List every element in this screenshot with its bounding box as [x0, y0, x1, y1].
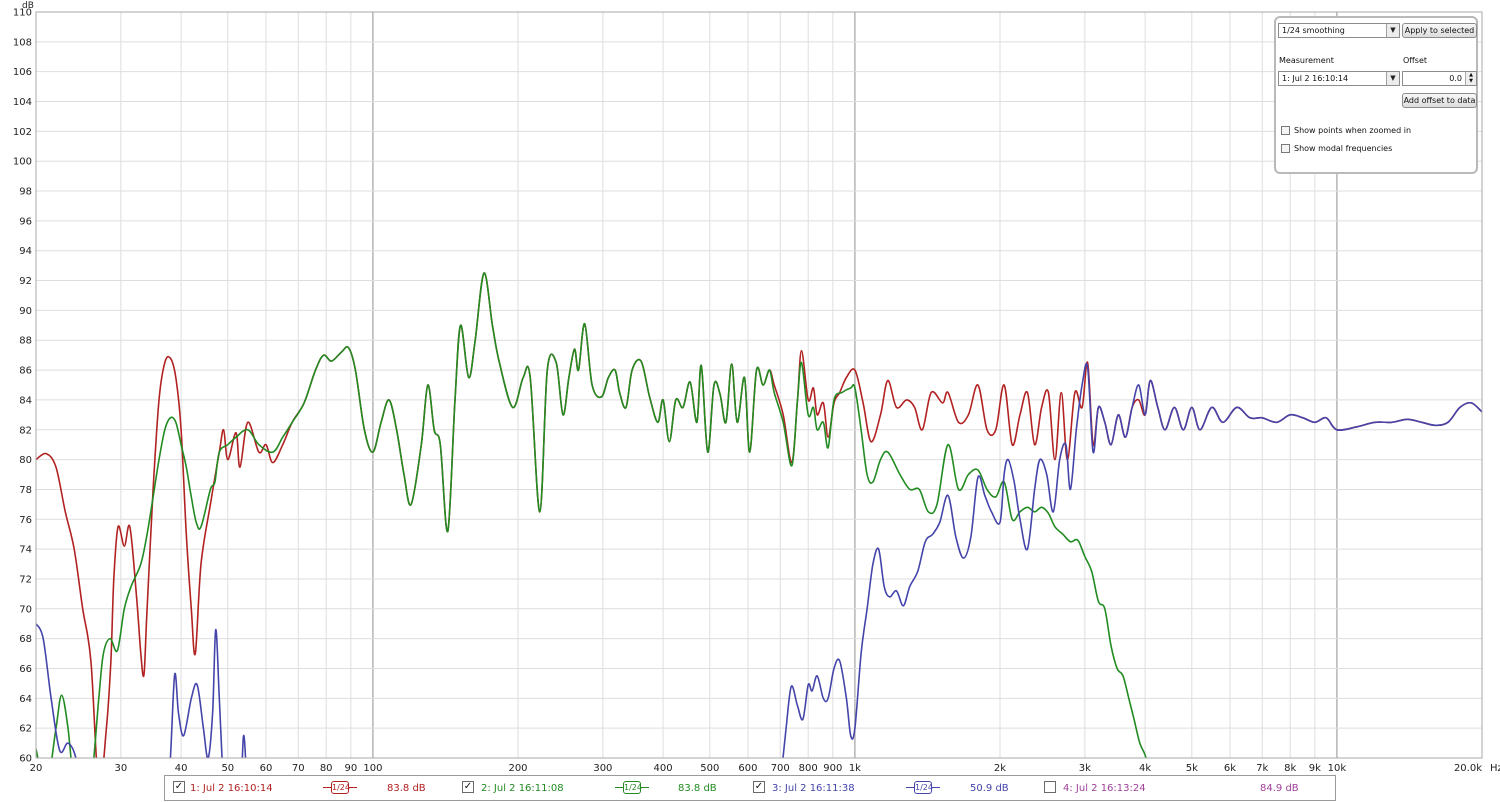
- x-tick-label: 20: [30, 763, 43, 774]
- smoothing-badge-2[interactable]: 1/24: [615, 780, 649, 796]
- series-layer: [36, 272, 1482, 775]
- measurement-select[interactable]: 1: Jul 2 16:10:14 ▼: [1278, 71, 1400, 86]
- chevron-down-icon[interactable]: ▼: [1386, 72, 1399, 85]
- legend-checkbox-2[interactable]: ✓: [462, 781, 474, 793]
- series-line-1[interactable]: [36, 272, 1482, 775]
- x-tick-label: 1k: [849, 763, 861, 774]
- legend-checkbox-3[interactable]: ✓: [753, 781, 765, 793]
- show-points-checkbox[interactable]: [1281, 126, 1290, 135]
- y-tick-label: 104: [13, 97, 32, 108]
- x-tick-label: 30: [115, 763, 128, 774]
- y-tick-label: 92: [19, 276, 32, 287]
- y-tick-label: 94: [19, 246, 32, 257]
- y-tick-label: 70: [19, 604, 32, 615]
- measurement-label: Measurement: [1279, 56, 1334, 65]
- add-offset-button[interactable]: Add offset to data: [1402, 93, 1477, 108]
- y-tick-label: 88: [19, 336, 32, 347]
- y-tick-label: 74: [19, 545, 32, 556]
- legend-name-1: 1: Jul 2 16:10:14: [190, 783, 273, 794]
- show-modal-label: Show modal frequencies: [1294, 144, 1393, 153]
- show-modal-checkbox[interactable]: [1281, 144, 1290, 153]
- offset-label: Offset: [1403, 56, 1428, 65]
- x-tick-label: 4k: [1139, 763, 1151, 774]
- y-tick-label: 84: [19, 395, 32, 406]
- x-tick-label: 6k: [1224, 763, 1236, 774]
- x-tick-label: 300: [593, 763, 612, 774]
- x-tick-label: 5k: [1186, 763, 1198, 774]
- x-tick-label: 20.0k: [1454, 763, 1482, 774]
- plot-frame: [35, 11, 1483, 759]
- show-points-label: Show points when zoomed in: [1294, 126, 1412, 135]
- legend-name-2: 2: Jul 2 16:11:08: [481, 783, 564, 794]
- x-tick-label: 80: [320, 763, 333, 774]
- smoothing-badge-3[interactable]: 1/24: [906, 780, 940, 796]
- y-tick-label: 64: [19, 694, 32, 705]
- x-axis-ticks: 20 30 40 50 60 70 80 90 100 200 300 400 500 600 700 800…: [30, 763, 1483, 774]
- y-tick-label: 96: [19, 216, 32, 227]
- y-tick-label: 102: [13, 127, 32, 138]
- y-tick-label: 98: [19, 187, 32, 198]
- legend-value-2: 83.8 dB: [678, 783, 717, 794]
- legend-checkbox-4[interactable]: [1044, 781, 1056, 793]
- x-tick-label: 400: [654, 763, 673, 774]
- spinner-icon[interactable]: ▲ ▼: [1465, 72, 1476, 85]
- y-tick-label: 80: [19, 455, 32, 466]
- graph-controls-panel: 1/24 smoothing ▼ Apply to selected Measu…: [1274, 16, 1478, 174]
- y-axis-unit: dB: [22, 1, 34, 11]
- measurement-legend: ✓ 1: Jul 2 16:10:14 1/24 83.8 dB ✓ 2: Ju…: [164, 775, 1336, 801]
- x-tick-label: 60: [260, 763, 273, 774]
- series-line-3[interactable]: [36, 362, 1482, 775]
- y-tick-label: 76: [19, 515, 32, 526]
- x-tick-label: 700: [771, 763, 790, 774]
- y-tick-label: 62: [19, 724, 32, 735]
- x-tick-label: 800: [799, 763, 818, 774]
- x-tick-label: 8k: [1284, 763, 1296, 774]
- y-tick-label: 78: [19, 485, 32, 496]
- series-line-2[interactable]: [36, 272, 1150, 775]
- x-tick-label: 10k: [1328, 763, 1347, 774]
- x-tick-label: 7k: [1256, 763, 1268, 774]
- legend-name-3: 3: Jul 2 16:11:38: [772, 783, 855, 794]
- measurement-value: 1: Jul 2 16:10:14: [1282, 74, 1349, 83]
- y-tick-label: 72: [19, 574, 32, 585]
- smoothing-badge-1[interactable]: 1/24: [323, 780, 357, 796]
- y-tick-label: 82: [19, 425, 32, 436]
- legend-value-1: 83.8 dB: [387, 783, 426, 794]
- chevron-down-icon[interactable]: ▼: [1386, 24, 1399, 37]
- x-tick-label: 2k: [994, 763, 1006, 774]
- x-tick-label: 600: [738, 763, 757, 774]
- x-tick-label: 3k: [1079, 763, 1091, 774]
- x-axis-unit: Hz: [1490, 763, 1500, 774]
- x-tick-label: 900: [823, 763, 842, 774]
- y-tick-label: 108: [13, 37, 32, 48]
- x-tick-label: 9k: [1309, 763, 1321, 774]
- x-tick-label: 500: [700, 763, 719, 774]
- y-tick-label: 100: [13, 157, 32, 168]
- x-tick-label: 50: [221, 763, 234, 774]
- smoothing-value: 1/24 smoothing: [1282, 26, 1345, 35]
- x-tick-label: 70: [292, 763, 305, 774]
- y-tick-label: 106: [13, 67, 32, 78]
- y-tick-label: 86: [19, 366, 32, 377]
- offset-value: 0.0: [1449, 74, 1462, 83]
- legend-name-4: 4: Jul 2 16:13:24: [1063, 783, 1146, 794]
- legend-checkbox-1[interactable]: ✓: [173, 781, 185, 793]
- apply-to-selected-button[interactable]: Apply to selected: [1402, 23, 1477, 38]
- y-tick-label: 66: [19, 664, 32, 675]
- x-tick-label: 40: [175, 763, 188, 774]
- y-tick-label: 90: [19, 306, 32, 317]
- grid: [35, 11, 1483, 759]
- y-tick-label: 68: [19, 634, 32, 645]
- offset-input[interactable]: 0.0 ▲ ▼: [1402, 71, 1477, 86]
- smoothing-select[interactable]: 1/24 smoothing ▼: [1278, 23, 1400, 38]
- legend-value-3: 50.9 dB: [970, 783, 1009, 794]
- x-tick-label: 100: [363, 763, 382, 774]
- x-tick-label: 200: [508, 763, 527, 774]
- y-axis-ticks: 6062646668707274767880828486889092949698…: [13, 8, 32, 765]
- x-tick-label: 90: [344, 763, 357, 774]
- legend-value-4: 84.9 dB: [1260, 783, 1299, 794]
